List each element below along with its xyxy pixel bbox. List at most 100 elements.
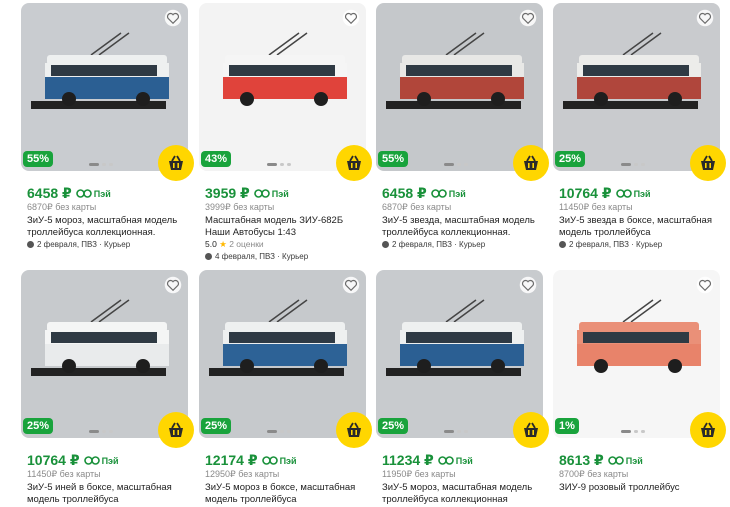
favorite-heart-icon[interactable] (164, 9, 182, 27)
product-title[interactable]: ЗиУ-5 звезда, масштабная модель троллейб… (382, 215, 542, 239)
favorite-heart-icon[interactable] (519, 9, 537, 27)
favorite-heart-icon[interactable] (519, 276, 537, 294)
delivery-icon (382, 241, 389, 248)
product-title[interactable]: ЗИУ-9 розовый троллейбус (559, 482, 719, 506)
add-to-cart-button[interactable] (336, 145, 372, 181)
price-without-card: 11450₽ без карты (27, 469, 101, 479)
pay-badge: Пэй (607, 455, 643, 466)
product-image-box[interactable]: 55% (376, 3, 543, 171)
pay-logo-icon (430, 189, 447, 198)
basket-icon (524, 422, 538, 437)
product-card[interactable]: 43% 3959 ₽ Пэй 3999₽ без карты Масштабна… (199, 3, 372, 261)
discount-badge: 1% (555, 418, 579, 434)
product-title[interactable]: ЗиУ-5 иней в боксе, масштабная модель тр… (27, 482, 187, 506)
product-card[interactable]: 1% 8613 ₽ Пэй 8700₽ без карты ЗИУ-9 розо… (553, 270, 726, 507)
product-card[interactable]: 25% 10764 ₽ Пэй 11450₽ без кар (21, 270, 194, 505)
delivery-icon (205, 253, 212, 260)
product-image-box[interactable]: 1% (553, 270, 720, 438)
product-image-box[interactable]: 43% (199, 3, 366, 171)
favorite-heart-icon[interactable] (342, 9, 360, 27)
product-image[interactable] (199, 270, 366, 438)
pay-logo-icon (253, 189, 270, 198)
product-card[interactable]: 55% 6458 ₽ Пэй 6870₽ без карты (21, 3, 194, 249)
pay-logo-icon (607, 456, 624, 465)
add-to-cart-button[interactable] (690, 412, 726, 448)
image-carousel-dots[interactable] (444, 430, 468, 433)
image-carousel-dots[interactable] (621, 163, 645, 166)
pay-badge: Пэй (75, 189, 111, 199)
image-carousel-dots[interactable] (89, 430, 113, 433)
star-icon: ★ (219, 239, 227, 249)
product-image[interactable] (21, 3, 188, 171)
favorite-heart-icon[interactable] (696, 9, 714, 27)
basket-icon (347, 155, 361, 170)
product-image-box[interactable]: 25% (553, 3, 720, 171)
add-to-cart-button[interactable] (336, 412, 372, 448)
image-carousel-dots[interactable] (621, 430, 645, 433)
basket-icon (701, 422, 715, 437)
pay-logo-icon (261, 456, 278, 465)
pay-logo-icon (615, 189, 632, 198)
favorite-heart-icon[interactable] (696, 276, 714, 294)
product-card[interactable]: 25% 11234 ₽ Пэй 11950₽ без карты ЗиУ-5 м… (376, 270, 549, 505)
delivery-icon (559, 241, 566, 248)
delivery-info: 2 февраля, ПВЗ · Курьер (27, 240, 130, 249)
price-without-card: 6870₽ без карты (382, 202, 452, 212)
pay-label: Пэй (101, 455, 119, 466)
product-image[interactable] (199, 3, 366, 171)
pay-logo-icon (83, 456, 100, 465)
price-without-card: 8700₽ без карты (559, 469, 629, 479)
discount-badge: 43% (201, 151, 232, 167)
price-row: 3959 ₽ Пэй (205, 185, 289, 202)
product-image[interactable] (21, 270, 188, 438)
image-carousel-dots[interactable] (89, 163, 113, 166)
product-title[interactable]: Масштабная модель ЗИУ-682Б Наши Автобусы… (205, 215, 365, 239)
favorite-heart-icon[interactable] (164, 276, 182, 294)
product-title[interactable]: ЗиУ-5 мороз, масштабная модель троллейбу… (382, 482, 542, 506)
price: 6458 ₽ (382, 185, 427, 201)
product-image[interactable] (376, 270, 543, 438)
add-to-cart-button[interactable] (690, 145, 726, 181)
delivery-text: 4 февраля, ПВЗ · Курьер (215, 252, 309, 261)
add-to-cart-button[interactable] (158, 412, 194, 448)
basket-icon (169, 155, 183, 170)
delivery-text: 2 февраля, ПВЗ · Курьер (569, 240, 663, 249)
image-carousel-dots[interactable] (444, 163, 468, 166)
price-without-card: 11950₽ без карты (382, 469, 456, 479)
rating-count: 2 оценки (229, 239, 264, 249)
price-row: 8613 ₽ Пэй (559, 452, 643, 469)
product-title[interactable]: ЗиУ-5 мороз, масштабная модель троллейбу… (27, 215, 187, 239)
product-title[interactable]: ЗиУ-5 мороз в боксе, масштабная модель т… (205, 482, 365, 506)
pay-badge: Пэй (83, 455, 119, 466)
add-to-cart-button[interactable] (158, 145, 194, 181)
image-carousel-dots[interactable] (267, 163, 291, 166)
image-carousel-dots[interactable] (267, 430, 291, 433)
product-title[interactable]: ЗиУ-5 звезда в боксе, масштабная модель … (559, 215, 719, 239)
product-grid: 55% 6458 ₽ Пэй 6870₽ без карты ЗиУ-5 мор… (0, 0, 730, 507)
pay-label: Пэй (625, 455, 643, 466)
favorite-heart-icon[interactable] (342, 276, 360, 294)
discount-badge: 25% (23, 418, 54, 434)
add-to-cart-button[interactable] (513, 145, 549, 181)
product-rating[interactable]: 5.0 ★ 2 оценки (205, 239, 264, 250)
price-without-card: 6870₽ без карты (27, 202, 97, 212)
pay-label: Пэй (448, 188, 466, 199)
product-image-box[interactable]: 25% (376, 270, 543, 438)
product-image[interactable] (553, 3, 720, 171)
delivery-icon (27, 241, 34, 248)
product-image[interactable] (553, 270, 720, 438)
product-image-box[interactable]: 25% (21, 270, 188, 438)
price: 3959 ₽ (205, 185, 250, 201)
product-image-box[interactable]: 25% (199, 270, 366, 438)
product-card[interactable]: 55% 6458 ₽ Пэй 6870₽ без карты (376, 3, 549, 249)
product-image[interactable] (376, 3, 543, 171)
discount-badge: 55% (23, 151, 54, 167)
delivery-text: 2 февраля, ПВЗ · Курьер (37, 240, 131, 249)
product-image-box[interactable]: 55% (21, 3, 188, 171)
price: 6458 ₽ (27, 185, 72, 201)
basket-icon (701, 155, 715, 170)
price: 10764 ₽ (559, 185, 612, 201)
product-card[interactable]: 25% 12174 ₽ Пэй 12950₽ без карты ЗиУ-5 м… (199, 270, 372, 505)
product-card[interactable]: 25% 10764 ₽ Пэй 11450₽ без кар (553, 3, 726, 249)
add-to-cart-button[interactable] (513, 412, 549, 448)
